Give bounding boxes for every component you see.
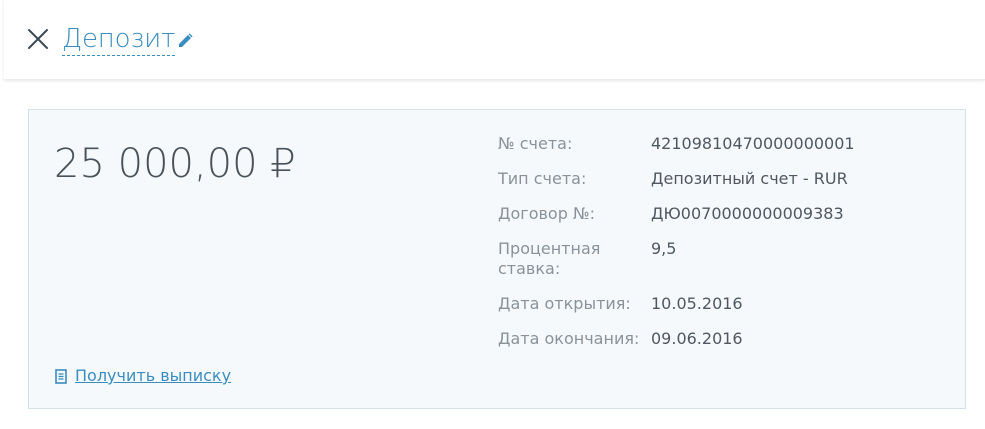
detail-row-account-number: № счета: 42109810470000000001	[498, 134, 855, 154]
detail-row-close-date: Дата окончания: 09.06.2016	[498, 329, 855, 349]
get-statement-label[interactable]: Получить выписку	[75, 366, 231, 386]
page-title[interactable]: Депозит	[62, 23, 175, 56]
edit-title-button[interactable]	[176, 32, 194, 50]
detail-label: Договор №:	[498, 204, 595, 223]
deposit-card: 25 000,00 ₽ № счета: 4210981047000000000…	[28, 109, 966, 409]
detail-value: Депозитный счет - RUR	[651, 169, 848, 188]
document-icon	[55, 368, 67, 384]
detail-value: 9,5	[651, 239, 677, 258]
detail-value: ДЮ0070000000009383	[651, 204, 844, 223]
page-header: Депозит	[4, 0, 985, 80]
close-icon	[28, 29, 48, 49]
account-details: № счета: 42109810470000000001 Тип счета:…	[498, 134, 855, 364]
detail-row-open-date: Дата открытия: 10.05.2016	[498, 294, 855, 314]
detail-label: № счета:	[498, 134, 573, 153]
pencil-icon	[179, 33, 193, 47]
detail-label: Процентная ставка:	[498, 239, 601, 278]
get-statement-link[interactable]: Получить выписку	[55, 366, 231, 386]
detail-row-interest-rate: Процентная ставка: 9,5	[498, 239, 855, 279]
detail-value: 42109810470000000001	[651, 134, 855, 153]
balance-amount: 25 000,00 ₽	[54, 141, 296, 187]
detail-value: 09.06.2016	[651, 329, 743, 348]
detail-row-account-type: Тип счета: Депозитный счет - RUR	[498, 169, 855, 189]
detail-label: Дата открытия:	[498, 294, 631, 313]
close-button[interactable]	[25, 26, 51, 52]
detail-row-contract-number: Договор №: ДЮ0070000000009383	[498, 204, 855, 224]
detail-label: Дата окончания:	[498, 329, 640, 348]
detail-label: Тип счета:	[498, 169, 587, 188]
detail-value: 10.05.2016	[651, 294, 743, 313]
